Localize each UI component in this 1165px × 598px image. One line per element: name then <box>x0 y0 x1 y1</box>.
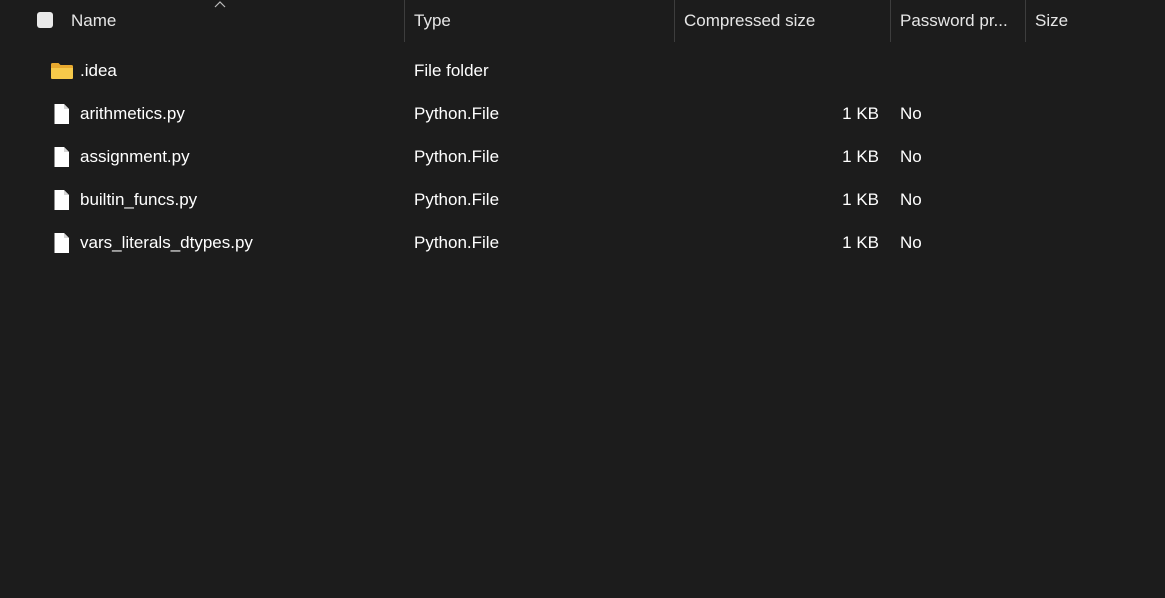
file-name: vars_literals_dtypes.py <box>80 232 253 252</box>
column-divider[interactable] <box>1025 0 1026 42</box>
file-type: Python.File <box>414 103 500 123</box>
select-all-checkbox[interactable] <box>37 12 53 28</box>
file-password: No <box>900 146 922 166</box>
file-type: Python.File <box>414 232 500 252</box>
column-header-compressed-size-label: Compressed size <box>684 11 816 30</box>
column-divider[interactable] <box>890 0 891 42</box>
column-header-name-label: Name <box>71 11 117 30</box>
column-header-type-label: Type <box>414 11 451 30</box>
file-icon <box>53 135 70 178</box>
file-type: File folder <box>414 60 489 80</box>
file-row[interactable]: vars_literals_dtypes.py Python.File 1 KB… <box>0 221 1165 264</box>
file-type: Python.File <box>414 189 500 209</box>
file-name: .idea <box>80 60 117 80</box>
file-row[interactable]: arithmetics.py Python.File 1 KB No <box>0 92 1165 135</box>
column-header-password[interactable]: Password pr... <box>900 0 1022 42</box>
file-compressed-size <box>684 49 879 92</box>
file-password: No <box>900 232 922 252</box>
file-password: No <box>900 189 922 209</box>
file-icon <box>53 92 70 135</box>
file-compressed-size: 1 KB <box>842 232 879 252</box>
file-password: No <box>900 103 922 123</box>
column-header-type[interactable]: Type <box>414 0 672 42</box>
file-type: Python.File <box>414 146 500 166</box>
column-header-size[interactable]: Size <box>1035 0 1155 42</box>
folder-icon <box>50 49 74 92</box>
column-header-size-label: Size <box>1035 11 1069 30</box>
column-header-compressed-size[interactable]: Compressed size <box>684 0 888 42</box>
column-header-name[interactable]: Name <box>71 0 401 42</box>
file-row[interactable]: assignment.py Python.File 1 KB No <box>0 135 1165 178</box>
column-header-bar: Name Type Compressed size Password pr...… <box>0 0 1165 42</box>
column-header-password-label: Password pr... <box>900 11 1008 30</box>
file-row[interactable]: builtin_funcs.py Python.File 1 KB No <box>0 178 1165 221</box>
file-name: builtin_funcs.py <box>80 189 198 209</box>
file-icon <box>53 221 70 264</box>
file-compressed-size: 1 KB <box>842 189 879 209</box>
column-divider[interactable] <box>404 0 405 42</box>
file-name: arithmetics.py <box>80 103 185 123</box>
column-divider[interactable] <box>674 0 675 42</box>
file-icon <box>53 178 70 221</box>
file-row[interactable]: .idea File folder <box>0 49 1165 92</box>
file-compressed-size: 1 KB <box>842 103 879 123</box>
file-compressed-size: 1 KB <box>842 146 879 166</box>
file-name: assignment.py <box>80 146 190 166</box>
